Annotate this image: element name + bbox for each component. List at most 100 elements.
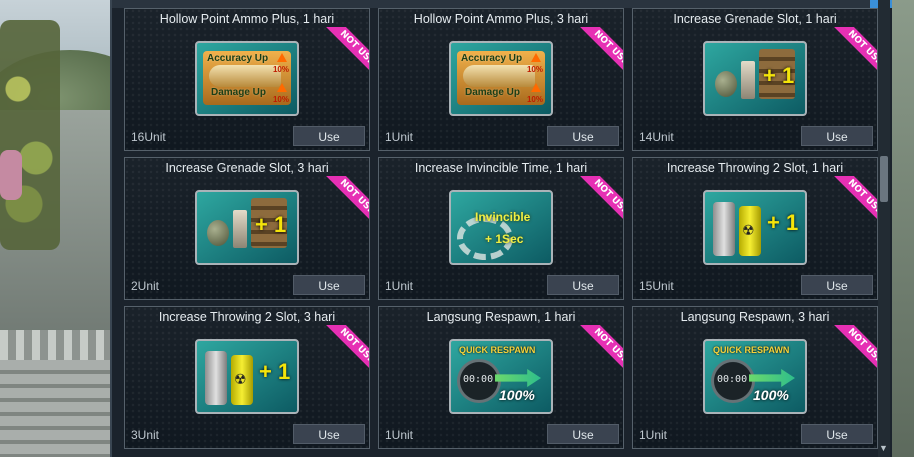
item-card[interactable]: Hollow Point Ammo Plus, 3 hari NOT USE A…	[378, 8, 624, 151]
damage-percent: 10%	[272, 95, 289, 104]
scrollbar[interactable]: ▼	[878, 0, 890, 457]
item-card[interactable]: Increase Grenade Slot, 1 hari NOT USE + …	[632, 8, 878, 151]
not-use-badge: NOT USE	[821, 27, 877, 83]
quick-respawn-art: QUICK RESPAWN 00:00 100%	[455, 345, 547, 409]
not-use-badge: NOT USE	[313, 27, 369, 83]
item-card[interactable]: Increase Invincible Time, 1 hari NOT USE…	[378, 157, 624, 300]
grenade-icon	[715, 71, 737, 97]
item-card[interactable]: Langsung Respawn, 1 hari NOT USE QUICK R…	[378, 306, 624, 449]
accuracy-label: Accuracy Up	[207, 53, 269, 64]
item-title: Langsung Respawn, 1 hari	[426, 310, 576, 324]
not-use-badge: NOT USE	[821, 176, 877, 232]
accuracy-percent: 10%	[526, 65, 543, 74]
invincible-label: Invincible	[475, 210, 531, 224]
plus-one-label: + 1	[259, 359, 291, 384]
item-card[interactable]: Hollow Point Ammo Plus, 1 hari NOT USE A…	[124, 8, 370, 151]
flashbang-icon	[741, 61, 755, 99]
scroll-down-icon[interactable]: ▼	[879, 443, 888, 453]
use-button[interactable]: Use	[293, 126, 365, 146]
ammo-art: Accuracy Up Damage Up 10% 10%	[457, 51, 545, 105]
ammo-icon: Accuracy Up Damage Up 10% 10%	[449, 41, 553, 116]
use-button[interactable]: Use	[293, 424, 365, 444]
item-title: Increase Grenade Slot, 3 hari	[165, 161, 329, 175]
not-use-label: NOT USE	[831, 27, 877, 82]
use-button[interactable]: Use	[801, 424, 873, 444]
throwing-slot-icon: + 1	[195, 339, 299, 414]
damage-label: Damage Up	[465, 87, 521, 98]
smoke-grenade-icon	[713, 202, 735, 256]
background-right-edge	[890, 0, 914, 457]
bullet-shell	[463, 65, 535, 87]
use-button[interactable]: Use	[547, 126, 619, 146]
foliage	[0, 20, 60, 250]
ammo-icon: Accuracy Up Damage Up 10% 10%	[195, 41, 299, 116]
up-arrow-icon	[277, 53, 287, 62]
quick-respawn-icon: QUICK RESPAWN 00:00 100%	[449, 339, 553, 414]
clock-readout: 00:00	[463, 374, 494, 385]
use-button[interactable]: Use	[801, 126, 873, 146]
item-card[interactable]: Langsung Respawn, 3 hari NOT USE QUICK R…	[632, 306, 878, 449]
invincible-art: Invincible + 1Sec	[457, 202, 545, 260]
radiation-canister-icon	[231, 355, 253, 405]
quick-respawn-icon: QUICK RESPAWN 00:00 100%	[703, 339, 807, 414]
hundred-percent-label: 100%	[753, 387, 789, 403]
panel-top-bar	[112, 0, 892, 8]
not-use-label: NOT USE	[323, 176, 369, 231]
plus-sec-label: + 1Sec	[485, 232, 524, 246]
item-title: Increase Throwing 2 Slot, 1 hari	[666, 161, 844, 175]
not-use-label: NOT USE	[577, 27, 623, 82]
not-use-label: NOT USE	[831, 176, 877, 231]
invincible-icon: Invincible + 1Sec	[449, 190, 553, 265]
use-button[interactable]: Use	[547, 424, 619, 444]
not-use-badge: NOT USE	[313, 325, 369, 381]
throwing-slot-icon: + 1	[703, 190, 807, 265]
item-unit-count: 1Unit	[385, 279, 414, 293]
damage-label: Damage Up	[211, 87, 267, 98]
accuracy-percent: 10%	[272, 65, 289, 74]
item-card[interactable]: Increase Throwing 2 Slot, 3 hari NOT USE…	[124, 306, 370, 449]
use-button[interactable]: Use	[547, 275, 619, 295]
use-button[interactable]: Use	[801, 275, 873, 295]
plus-one-label: + 1	[767, 210, 799, 235]
not-use-label: NOT USE	[323, 27, 369, 82]
up-arrow-icon	[277, 83, 287, 92]
clock-icon: 00:00	[711, 359, 755, 403]
grenade-slot-icon: + 1	[703, 41, 807, 116]
quick-respawn-label: QUICK RESPAWN	[713, 345, 790, 355]
not-use-label: NOT USE	[577, 325, 623, 380]
inventory-panel: Hollow Point Ammo Plus, 1 hari NOT USE A…	[110, 0, 892, 457]
item-title: Hollow Point Ammo Plus, 1 hari	[159, 12, 335, 26]
not-use-label: NOT USE	[831, 325, 877, 380]
item-title: Increase Throwing 2 Slot, 3 hari	[158, 310, 336, 324]
arrow-icon	[749, 369, 795, 387]
player-character	[0, 150, 22, 200]
plus-one-label: + 1	[763, 63, 795, 88]
item-unit-count: 1Unit	[639, 428, 668, 442]
not-use-badge: NOT USE	[567, 176, 623, 232]
plus-one-label: + 1	[255, 212, 287, 237]
up-arrow-icon	[531, 83, 541, 92]
ammo-art: Accuracy Up Damage Up 10% 10%	[203, 51, 291, 105]
item-unit-count: 15Unit	[639, 279, 674, 293]
arrow-icon	[495, 369, 541, 387]
item-card[interactable]: Increase Throwing 2 Slot, 1 hari NOT USE…	[632, 157, 878, 300]
clock-readout: 00:00	[717, 374, 748, 385]
damage-percent: 10%	[526, 95, 543, 104]
item-unit-count: 14Unit	[639, 130, 674, 144]
hundred-percent-label: 100%	[499, 387, 535, 403]
up-arrow-icon	[531, 53, 541, 62]
not-use-badge: NOT USE	[821, 325, 877, 381]
item-card[interactable]: Increase Grenade Slot, 3 hari NOT USE + …	[124, 157, 370, 300]
item-grid: Hollow Point Ammo Plus, 1 hari NOT USE A…	[124, 8, 878, 457]
item-title: Hollow Point Ammo Plus, 3 hari	[413, 12, 589, 26]
smoke-grenade-icon	[205, 351, 227, 405]
use-button[interactable]: Use	[293, 275, 365, 295]
not-use-badge: NOT USE	[567, 27, 623, 83]
radiation-canister-icon	[739, 206, 761, 256]
item-title: Increase Grenade Slot, 1 hari	[673, 12, 837, 26]
item-unit-count: 1Unit	[385, 428, 414, 442]
scrollbar-thumb[interactable]	[880, 156, 888, 202]
item-title: Increase Invincible Time, 1 hari	[414, 161, 588, 175]
not-use-label: NOT USE	[323, 325, 369, 380]
not-use-badge: NOT USE	[313, 176, 369, 232]
